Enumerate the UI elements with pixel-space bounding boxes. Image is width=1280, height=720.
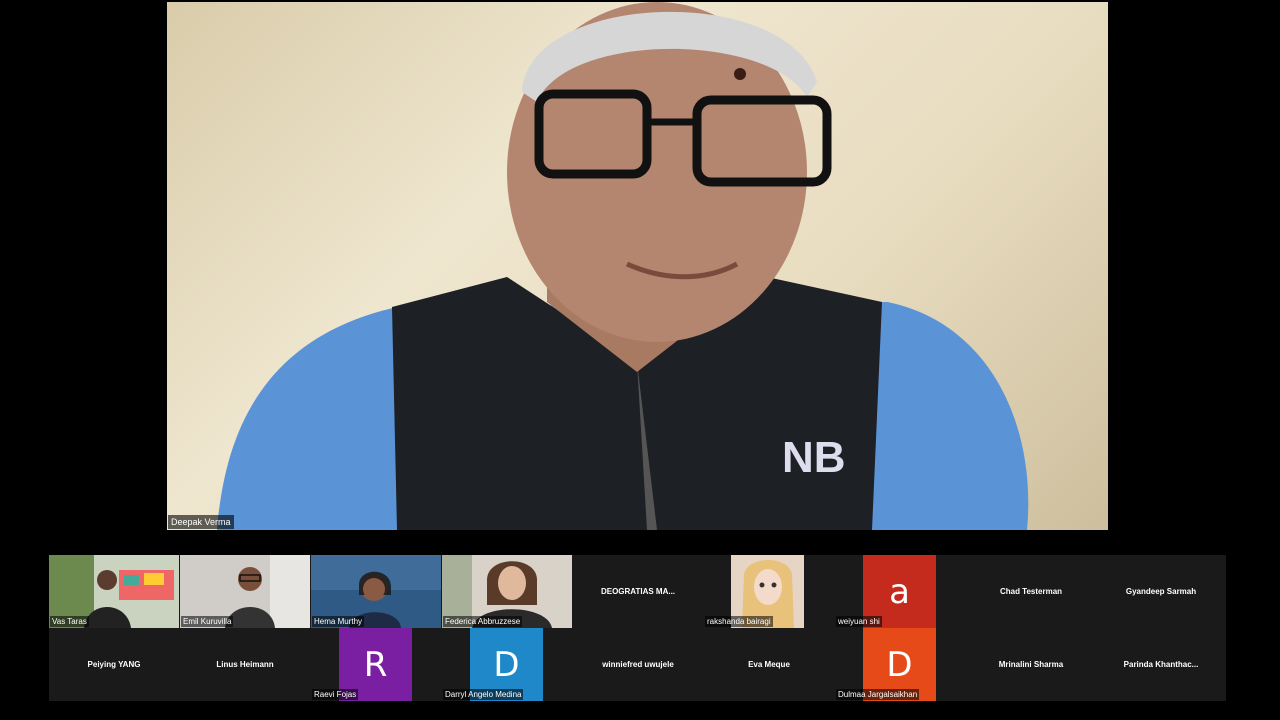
svg-text:NB: NB: [782, 433, 846, 482]
participant-tile-gyandeep-sarmah[interactable]: Gyandeep Sarmah: [1096, 555, 1226, 628]
speaker-name-tag: Deepak Verma: [168, 515, 234, 529]
participant-tile-chad-testerman[interactable]: Chad Testerman: [966, 555, 1096, 628]
avatar-letter: D: [886, 644, 913, 685]
participant-name: Eva Meque: [748, 660, 790, 669]
participant-tile-federica-abbruzzese[interactable]: Federica Abbruzzese: [442, 555, 572, 628]
participant-name: Linus Heimann: [216, 660, 274, 669]
participant-name: Gyandeep Sarmah: [1125, 587, 1197, 596]
participant-tile-mrinalini-sharma[interactable]: Mrinalini Sharma: [966, 628, 1096, 701]
participant-gallery: Vas Taras Emil Kuruvilla Hema Murthy Fed…: [49, 555, 1226, 701]
participant-name: Federica Abbruzzese: [443, 616, 523, 627]
participant-tile-dulmaa-jargalsaikhan[interactable]: D Dulmaa Jargalsaikhan: [835, 628, 965, 701]
participant-name: Vas Taras: [50, 616, 89, 627]
participant-name: rakshanda bairagi: [705, 616, 773, 627]
participant-tile-raevi-fojas[interactable]: R Raevi Fojas: [311, 628, 441, 701]
participant-tile-eva-meque[interactable]: Eva Meque: [704, 628, 834, 701]
participant-tile-rakshanda-bairagi[interactable]: rakshanda bairagi: [704, 555, 834, 628]
avatar-letter: R: [363, 644, 388, 685]
participant-name: Mrinalini Sharma: [998, 660, 1064, 669]
participant-name: weiyuan shi: [836, 616, 882, 627]
participant-name: Darryl Angelo Medina: [443, 689, 524, 700]
participant-tile-hema-murthy[interactable]: Hema Murthy: [311, 555, 441, 628]
active-speaker-video[interactable]: NB Deepak Verma: [167, 2, 1108, 530]
participant-tile-linus-heimann[interactable]: Linus Heimann: [180, 628, 310, 701]
participant-name: DEOGRATIAS MA...: [600, 587, 676, 596]
participant-tile-peiying-yang[interactable]: Peiying YANG: [49, 628, 179, 701]
participant-tile-weiyuan-shi[interactable]: a weiyuan shi: [835, 555, 965, 628]
participant-tile-emil-kuruvilla[interactable]: Emil Kuruvilla: [180, 555, 310, 628]
participant-name: Parinda Khanthac...: [1123, 660, 1199, 669]
participant-tile-winniefred-uwujele[interactable]: winniefred uwujele: [573, 628, 703, 701]
avatar-letter: D: [493, 644, 520, 685]
avatar-letter: a: [889, 571, 910, 612]
participant-tile-vas-taras[interactable]: Vas Taras: [49, 555, 179, 628]
participant-name: winniefred uwujele: [602, 660, 674, 669]
participant-name: Peiying YANG: [87, 660, 141, 669]
participant-name: Emil Kuruvilla: [181, 616, 234, 627]
participant-tile-darryl-angelo-medina[interactable]: D Darryl Angelo Medina: [442, 628, 572, 701]
participant-name: Raevi Fojas: [312, 689, 359, 700]
participant-tile-parinda-khanthac[interactable]: Parinda Khanthac...: [1096, 628, 1226, 701]
speaker-video-frame: NB: [217, 2, 1029, 530]
participant-name: Dulmaa Jargalsaikhan: [836, 689, 920, 700]
participant-tile-deogratias[interactable]: DEOGRATIAS MA...: [573, 555, 703, 628]
participant-name: Hema Murthy: [312, 616, 365, 627]
participant-name: Chad Testerman: [999, 587, 1063, 596]
